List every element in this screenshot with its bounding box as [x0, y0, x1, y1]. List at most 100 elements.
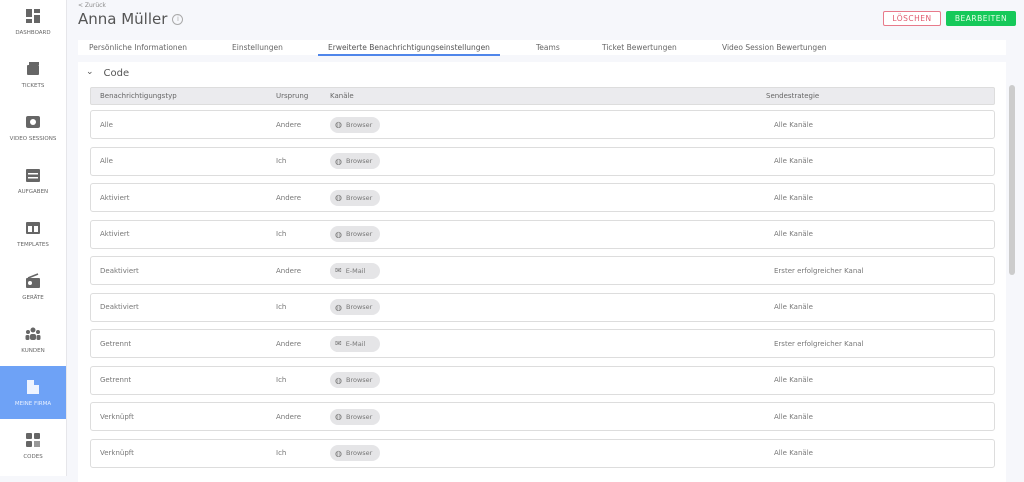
mail-icon: ✉ [335, 266, 342, 275]
info-icon[interactable]: i [172, 13, 184, 25]
origin: Ich [276, 376, 287, 384]
section-title: Code [103, 68, 130, 79]
notification-type: Alle [100, 157, 113, 165]
table-row[interactable]: Alle Ich ◍ Browser Alle Kanäle [90, 146, 995, 176]
user-name: Anna Müller [78, 10, 168, 28]
notification-type: Deaktiviert [100, 266, 139, 275]
scrollbar[interactable] [1009, 85, 1015, 275]
globe-icon: ◍ [335, 193, 342, 202]
channel-chip-email: ✉ E-Mail [330, 335, 374, 352]
sidebar-item-label: CODES [23, 454, 43, 460]
sidebar-item-label: TICKETS [21, 83, 45, 89]
sidebar-item-kunden[interactable]: KUNDEN [0, 313, 66, 366]
column-header-strategy[interactable]: Sendestrategie [766, 92, 819, 100]
table-header: Benachrichtigungstyp Ursprung Kanäle Sen… [90, 87, 995, 105]
sidebar-item-geräte[interactable]: GERÄTE [0, 260, 66, 313]
channel-chip-browser: ◍Browser [330, 408, 381, 425]
sidebar-item-label: VIDEO SESSIONS [9, 136, 57, 142]
origin: Ich [276, 449, 287, 457]
sidebar-item-codes[interactable]: CODES [0, 419, 66, 472]
table-row[interactable]: Alle Andere ◍ Browser Alle Kanäle [90, 110, 995, 139]
table-row[interactable]: Getrennt Ich ◍ Browser Alle Kanäle [90, 365, 995, 395]
origin: Ich [276, 303, 287, 311]
table-row[interactable]: Getrennt Andere ◍Browser→🔔︎Push→✉E-Mail … [90, 329, 995, 358]
channel-chip-browser: ◍Browser [330, 299, 381, 315]
delete-button[interactable]: LÖSCHEN [883, 11, 941, 26]
globe-icon: ◍ [335, 375, 342, 385]
sidebar-item-label: DASHBOARD [15, 30, 51, 36]
notification-type: Deaktiviert [100, 303, 139, 311]
page-title: Anna Müller i [78, 10, 184, 28]
globe-icon: ◍ [335, 412, 342, 421]
channel-chip-browser: ◍Browser [330, 153, 381, 169]
send-strategy: Alle Kanäle [774, 303, 813, 311]
table-row[interactable]: Deaktiviert Andere ◍Browser→🔔︎Push→✉E-Ma… [90, 256, 995, 285]
people-icon [25, 327, 41, 340]
send-strategy: Alle Kanäle [774, 376, 813, 384]
ticket-icon [27, 62, 39, 75]
notification-type: Getrennt [100, 339, 132, 348]
notification-type: Aktiviert [100, 230, 130, 238]
send-strategy: Erster erfolgreicher Kanal [774, 339, 864, 348]
codes-icon [26, 433, 40, 447]
table-row[interactable]: Aktiviert Andere ◍ Browser Alle Kanäle [90, 183, 995, 212]
column-header-type[interactable]: Benachrichtigungstyp [100, 92, 177, 100]
table-row[interactable]: Aktiviert Ich ◍ Browser Alle Kanäle [90, 219, 995, 249]
radio-icon [26, 273, 40, 288]
channel-chip-browser: ◍Browser [330, 445, 381, 461]
origin: Andere [276, 339, 302, 348]
table-row[interactable]: Verknüpft Ich ◍ Browser Alle Kanäle [90, 438, 995, 468]
tab-personal-info[interactable]: Persönliche Informationen [89, 43, 187, 52]
send-strategy: Alle Kanäle [774, 193, 813, 202]
globe-icon: ◍ [335, 120, 342, 129]
globe-icon: ◍ [335, 448, 342, 458]
send-strategy: Alle Kanäle [774, 120, 813, 129]
sidebar-item-dashboard[interactable]: DASHBOARD [0, 0, 66, 48]
channel-chip-email: ✉ E-Mail [330, 262, 374, 279]
back-link[interactable]: < Zurück [78, 2, 106, 9]
table-row[interactable]: Deaktiviert Ich ◍ Browser Alle Kanäle [90, 292, 995, 322]
globe-icon: ◍ [335, 302, 342, 312]
tab-ticket-ratings[interactable]: Ticket Bewertungen [602, 43, 677, 52]
notification-type: Verknüpft [100, 449, 134, 457]
globe-icon: ◍ [335, 156, 342, 166]
dashboard-icon [26, 9, 40, 23]
send-strategy: Alle Kanäle [774, 157, 813, 165]
origin: Andere [276, 266, 302, 275]
sidebar-item-label: AUFGABEN [17, 189, 49, 195]
sidebar-item-meine-firma[interactable]: MEINE FIRMA [0, 366, 66, 419]
origin: Ich [276, 157, 287, 165]
sidebar: DASHBOARD TICKETS VIDEO SESSIONS AUFGABEN TE… [0, 0, 67, 476]
tab-advanced-notifications[interactable]: Erweiterte Benachrichtigungseinstellunge… [318, 43, 500, 56]
tab-teams[interactable]: Teams [536, 43, 560, 52]
table-row[interactable]: Verknüpft Andere ◍ Browser Alle Kanäle [90, 402, 995, 431]
notification-card: ⌄ Code Benachrichtigungstyp Ursprung Kanä… [78, 62, 1006, 482]
edit-button[interactable]: BEARBEITEN [946, 11, 1016, 26]
origin: Andere [276, 412, 302, 421]
column-header-origin[interactable]: Ursprung [276, 92, 308, 100]
notification-type: Alle [100, 120, 113, 129]
sidebar-item-label: TEMPLATES [17, 242, 49, 248]
send-strategy: Erster erfolgreicher Kanal [774, 266, 864, 275]
sidebar-item-label: KUNDEN [21, 348, 45, 354]
section-toggle[interactable]: ⌄ Code [86, 66, 130, 80]
sidebar-item-templates[interactable]: TEMPLATES [0, 207, 66, 260]
sidebar-item-aufgaben[interactable]: AUFGABEN [0, 154, 66, 207]
column-header-channels[interactable]: Kanäle [330, 92, 354, 100]
sidebar-item-label: MEINE FIRMA [14, 401, 52, 407]
sidebar-item-label: GERÄTE [22, 295, 44, 301]
tab-settings[interactable]: Einstellungen [232, 43, 283, 52]
send-strategy: Alle Kanäle [774, 412, 813, 421]
send-strategy: Alle Kanäle [774, 230, 813, 238]
sidebar-item-video-sessions[interactable]: VIDEO SESSIONS [0, 101, 66, 154]
chevron-down-icon: ⌄ [86, 66, 94, 77]
origin: Andere [276, 193, 302, 202]
building-icon [27, 380, 39, 394]
template-icon [26, 222, 40, 234]
sidebar-item-tickets[interactable]: TICKETS [0, 48, 66, 101]
notification-type: Verknüpft [100, 412, 134, 421]
channel-chip-browser: ◍Browser [330, 372, 381, 388]
channel-chip-browser: ◍Browser [330, 116, 381, 133]
send-strategy: Alle Kanäle [774, 449, 813, 457]
tab-video-session-ratings[interactable]: Video Session Bewertungen [722, 43, 827, 52]
